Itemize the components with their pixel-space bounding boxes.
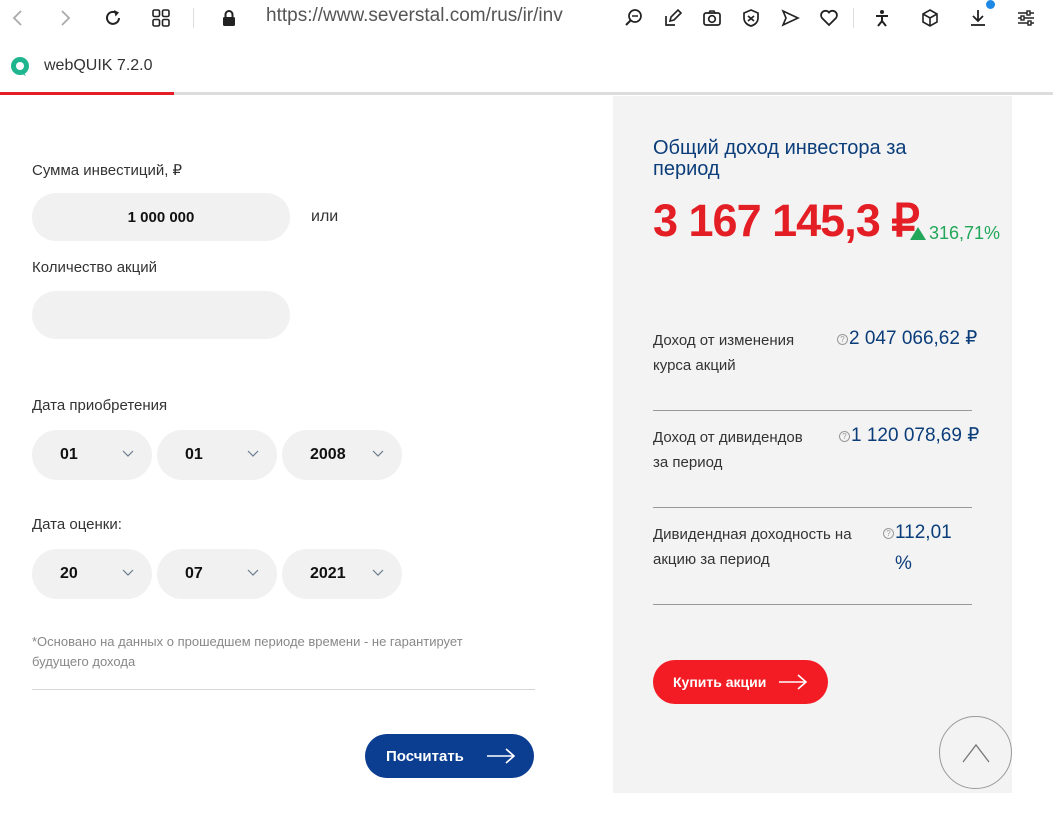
quik-label[interactable]: webQUIK 7.2.0 bbox=[44, 57, 153, 75]
accessibility-icon[interactable] bbox=[868, 4, 896, 32]
reload-icon[interactable] bbox=[99, 4, 127, 32]
row-divider bbox=[653, 604, 972, 605]
row-label-dividends: Доход от дивидендов за период bbox=[653, 429, 803, 471]
chevron-down-icon bbox=[247, 450, 259, 457]
chevron-down-icon bbox=[122, 450, 134, 457]
purchase-day-value: 01 bbox=[60, 446, 78, 463]
row-label-price-change: Доход от изменения курса акций bbox=[653, 332, 795, 374]
help-icon[interactable]: ? bbox=[839, 431, 850, 442]
form-divider bbox=[32, 689, 535, 690]
amount-label: Сумма инвестиций, ₽ bbox=[32, 162, 183, 179]
calculate-button[interactable]: Посчитать bbox=[365, 734, 534, 778]
send-icon[interactable] bbox=[776, 4, 804, 32]
heart-icon[interactable] bbox=[815, 4, 843, 32]
purchase-year-value: 2008 bbox=[310, 446, 346, 463]
chevron-up-icon bbox=[961, 743, 990, 762]
camera-icon[interactable] bbox=[698, 4, 726, 32]
page-progress-fill bbox=[0, 92, 174, 95]
lock-icon[interactable] bbox=[215, 4, 243, 32]
disclaimer-note: *Основано на данных о прошедшем периоде … bbox=[32, 634, 463, 669]
buy-shares-button[interactable]: Купить акции bbox=[653, 660, 828, 704]
amount-value: 1 000 000 bbox=[127, 208, 195, 226]
page-progress-bar bbox=[0, 92, 1053, 95]
shares-label: Количество акций bbox=[32, 259, 157, 276]
row-value-dividend-yield: 112,01 % bbox=[895, 522, 952, 574]
purchase-day-select[interactable]: 01 bbox=[32, 430, 152, 480]
chevron-down-icon bbox=[372, 569, 384, 576]
download-badge bbox=[986, 0, 995, 9]
calculate-button-label: Посчитать bbox=[386, 747, 464, 765]
toolbar-separator bbox=[853, 8, 854, 28]
or-text: или bbox=[311, 208, 339, 225]
forward-icon[interactable] bbox=[51, 4, 79, 32]
address-bar[interactable]: https://www.severstal.com/rus/ir/inv bbox=[266, 5, 606, 27]
eval-day-select[interactable]: 20 bbox=[32, 549, 152, 599]
purchase-month-select[interactable]: 01 bbox=[157, 430, 277, 480]
amount-input[interactable]: 1 000 000 bbox=[32, 193, 290, 241]
quik-logo-icon bbox=[11, 57, 29, 76]
back-icon[interactable] bbox=[4, 4, 32, 32]
row-divider bbox=[653, 507, 972, 508]
buy-shares-button-label: Купить акции bbox=[673, 674, 767, 690]
up-arrow-icon bbox=[910, 227, 926, 240]
grid-icon[interactable] bbox=[147, 4, 175, 32]
total-percent-value: 316,71% bbox=[929, 223, 1001, 243]
settings-icon[interactable] bbox=[1012, 4, 1040, 32]
eval-date-label: Дата оценки: bbox=[32, 516, 122, 533]
arrow-right-icon bbox=[779, 674, 808, 690]
shield-icon[interactable] bbox=[737, 4, 765, 32]
browser-toolbar: https://www.severstal.com/rus/ir/inv bbox=[0, 0, 1053, 36]
shares-input[interactable] bbox=[32, 291, 290, 339]
purchase-date-label: Дата приобретения bbox=[32, 397, 168, 414]
eval-month-value: 07 bbox=[185, 565, 203, 582]
cube-icon[interactable] bbox=[916, 4, 944, 32]
toolbar-separator bbox=[193, 8, 194, 28]
result-title: Общий доход инвестора за период bbox=[653, 137, 907, 180]
purchase-year-select[interactable]: 2008 bbox=[282, 430, 402, 480]
purchase-month-value: 01 bbox=[185, 446, 203, 463]
row-value-dividends: 1 120 078,69 ₽ bbox=[851, 425, 980, 446]
eval-year-select[interactable]: 2021 bbox=[282, 549, 402, 599]
total-percent: 316,71% bbox=[910, 223, 1000, 244]
row-value-price-change: 2 047 066,62 ₽ bbox=[849, 328, 978, 349]
scroll-to-top-button[interactable] bbox=[939, 716, 1012, 789]
chevron-down-icon bbox=[122, 569, 134, 576]
total-income: 3 167 145,3 ₽ bbox=[653, 195, 920, 246]
quik-bar: webQUIK 7.2.0 bbox=[0, 40, 1053, 96]
edit-icon[interactable] bbox=[659, 4, 687, 32]
arrow-right-icon bbox=[487, 748, 516, 764]
eval-year-value: 2021 bbox=[310, 565, 346, 582]
chevron-down-icon bbox=[372, 450, 384, 457]
eval-day-value: 20 bbox=[60, 565, 78, 582]
eval-month-select[interactable]: 07 bbox=[157, 549, 277, 599]
help-icon[interactable]: ? bbox=[837, 334, 848, 345]
row-label-dividend-yield: Дивидендная доходность на акцию за перио… bbox=[653, 526, 852, 568]
chevron-down-icon bbox=[247, 569, 259, 576]
row-divider bbox=[653, 410, 972, 411]
zoom-icon[interactable] bbox=[620, 4, 648, 32]
help-icon[interactable]: ? bbox=[883, 528, 894, 539]
